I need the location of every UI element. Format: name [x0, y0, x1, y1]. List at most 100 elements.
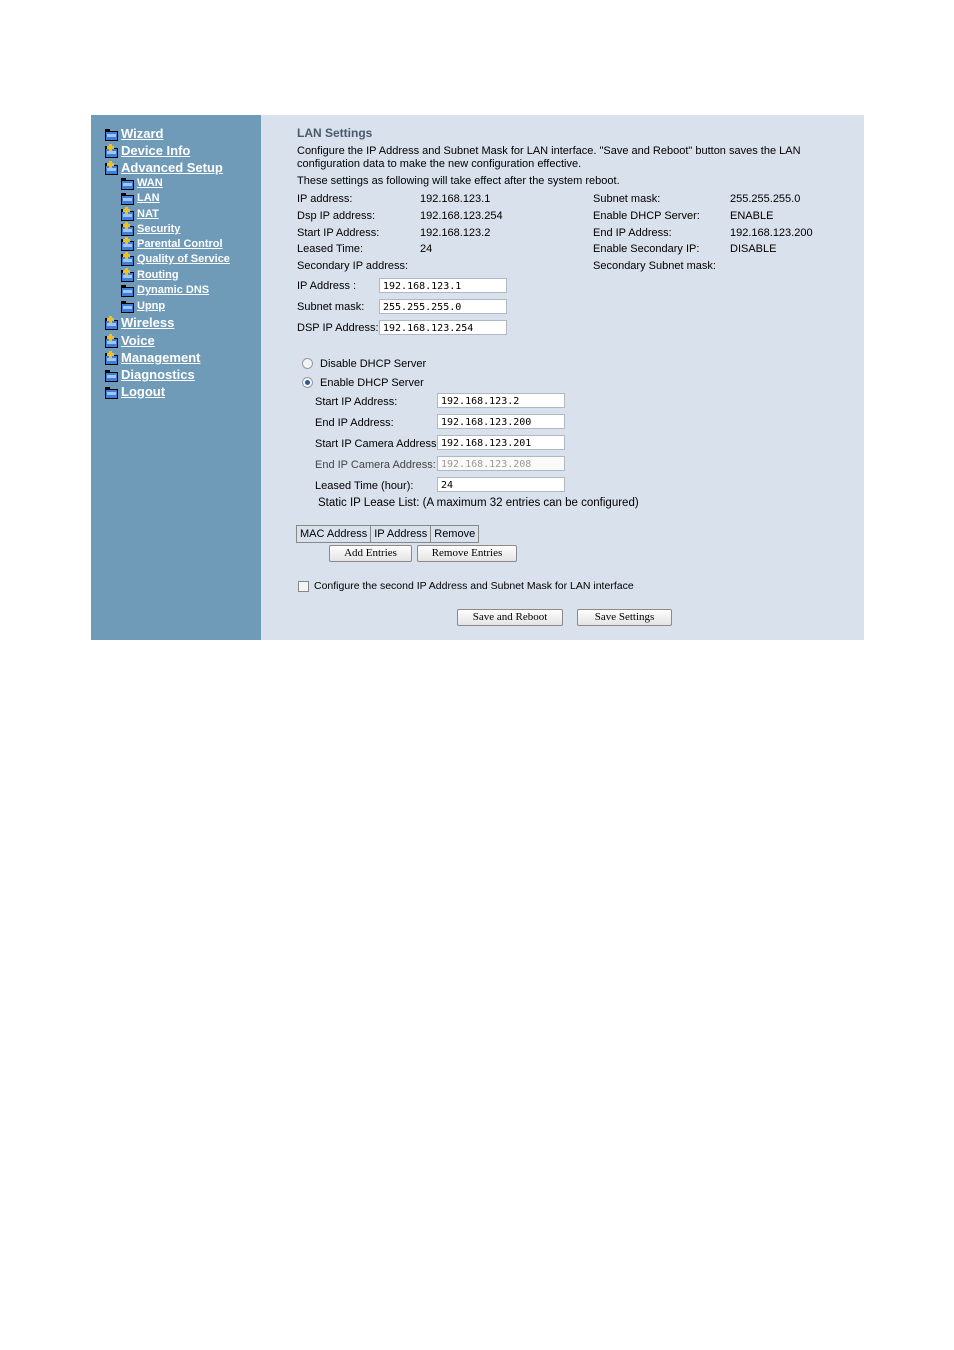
subnet-mask-input[interactable]: 255.255.255.0 — [379, 299, 507, 314]
end-ip-camera-input: 192.168.123.208 — [437, 456, 565, 471]
folder-plus-icon — [121, 252, 134, 266]
leased-time-input[interactable]: 24 — [437, 477, 565, 492]
second-ip-checkbox[interactable] — [298, 581, 309, 592]
column-remove: Remove — [430, 525, 480, 543]
lan-settings-panel: LAN Settings Configure the IP Address an… — [261, 115, 864, 640]
sidebar-item-security[interactable]: Security — [121, 222, 180, 236]
summary-value: ENABLE — [730, 210, 774, 222]
sidebar-link[interactable]: Wizard — [121, 126, 164, 141]
start-ip-camera-input[interactable]: 192.168.123.201 — [437, 435, 565, 450]
folder-icon — [105, 128, 118, 141]
sidebar-link[interactable]: Voice — [121, 333, 155, 348]
start-ip-label: Start IP Address: — [315, 396, 398, 408]
sidebar-item-nat[interactable]: NAT — [121, 207, 159, 221]
folder-icon — [121, 193, 134, 205]
sidebar-link[interactable]: LAN — [137, 192, 160, 204]
save-settings-button[interactable]: Save Settings — [577, 609, 672, 626]
disable-dhcp-radio[interactable] — [302, 358, 313, 369]
static-lease-note: Static IP Lease List: (A maximum 32 entr… — [318, 497, 639, 509]
description-line-1: Configure the IP Address and Subnet Mask… — [297, 145, 801, 157]
sidebar-link[interactable]: Wireless — [121, 315, 174, 330]
sidebar-item-wan[interactable]: WAN — [121, 177, 163, 190]
sidebar-item-logout[interactable]: Logout — [105, 384, 165, 399]
sidebar-link[interactable]: Routing — [137, 269, 179, 281]
summary-value: DISABLE — [730, 243, 777, 255]
disable-dhcp-label: Disable DHCP Server — [320, 358, 427, 370]
start-ip-camera-label: Start IP Camera Address: — [315, 438, 440, 450]
summary-label: Start IP Address: — [297, 227, 380, 239]
sidebar-item-wizard[interactable]: Wizard — [105, 126, 164, 141]
ip-address-input[interactable]: 192.168.123.1 — [379, 278, 507, 293]
sidebar-item-advanced-setup[interactable]: Advanced Setup — [105, 160, 223, 175]
save-and-reboot-button[interactable]: Save and Reboot — [457, 609, 563, 626]
reboot-note: These settings as following will take ef… — [297, 175, 620, 187]
second-ip-checkbox-label: Configure the second IP Address and Subn… — [314, 580, 634, 592]
add-entries-button[interactable]: Add Entries — [329, 545, 412, 562]
sidebar-item-voice[interactable]: Voice — [105, 333, 155, 348]
end-ip-input[interactable]: 192.168.123.200 — [437, 414, 565, 429]
ip-address-label: IP Address : — [297, 280, 357, 292]
folder-plus-icon — [121, 207, 134, 221]
end-ip-label: End IP Address: — [315, 417, 394, 429]
summary-label: Enable Secondary IP: — [593, 243, 700, 255]
sidebar-item-routing[interactable]: Routing — [121, 268, 179, 282]
sidebar-link[interactable]: Parental Control — [137, 238, 223, 250]
leased-time-label: Leased Time (hour): — [315, 480, 414, 492]
folder-plus-icon — [121, 222, 134, 236]
summary-label: End IP Address: — [593, 227, 672, 239]
sidebar-link[interactable]: Advanced Setup — [121, 160, 223, 175]
column-mac-address: MAC Address — [295, 525, 372, 543]
sidebar-link[interactable]: Quality of Service — [137, 253, 230, 265]
lease-table-header: MAC Address IP Address Remove — [295, 525, 480, 543]
sidebar-item-wireless[interactable]: Wireless — [105, 315, 174, 330]
end-ip-camera-label: End IP Camera Address: — [315, 459, 436, 471]
folder-icon — [121, 178, 134, 190]
sidebar-link[interactable]: Logout — [121, 384, 165, 399]
sidebar-link[interactable]: WAN — [137, 177, 163, 189]
sidebar-link[interactable]: Security — [137, 223, 180, 235]
router-admin-frame: Wizard Device Info Advanced Setup WAN LAN NAT… — [91, 115, 864, 640]
sidebar-item-quality-of-service[interactable]: Quality of Service — [121, 252, 230, 266]
sidebar-item-upnp[interactable]: Upnp — [121, 300, 165, 313]
sidebar-link[interactable]: Device Info — [121, 143, 190, 158]
folder-plus-icon — [121, 237, 134, 251]
dsp-ip-address-input[interactable]: 192.168.123.254 — [379, 320, 507, 335]
sidebar-link[interactable]: Dynamic DNS — [137, 284, 209, 296]
sidebar-link[interactable]: Diagnostics — [121, 367, 195, 382]
start-ip-input[interactable]: 192.168.123.2 — [437, 393, 565, 408]
folder-plus-icon — [105, 315, 118, 330]
sidebar-item-lan[interactable]: LAN — [121, 192, 160, 205]
summary-label: Dsp IP address: — [297, 210, 376, 222]
sidebar-item-device-info[interactable]: Device Info — [105, 143, 190, 158]
sidebar-link[interactable]: Upnp — [137, 300, 165, 312]
sidebar-link[interactable]: NAT — [137, 208, 159, 220]
summary-value: 24 — [420, 243, 433, 255]
enable-dhcp-radio[interactable] — [302, 377, 313, 388]
sidebar-nav: Wizard Device Info Advanced Setup WAN LAN NAT… — [91, 115, 261, 640]
summary-value: 192.168.123.200 — [730, 227, 813, 239]
sidebar-item-diagnostics[interactable]: Diagnostics — [105, 367, 195, 382]
folder-plus-icon — [105, 143, 118, 158]
column-ip-address: IP Address — [370, 525, 432, 543]
folder-icon — [105, 369, 118, 382]
folder-icon — [121, 285, 134, 297]
folder-icon — [105, 386, 118, 399]
sidebar-item-parental-control[interactable]: Parental Control — [121, 237, 223, 251]
sidebar-item-dynamic-dns[interactable]: Dynamic DNS — [121, 284, 209, 297]
sidebar-link[interactable]: Management — [121, 350, 200, 365]
summary-label: IP address: — [297, 193, 353, 205]
description-line-2: configuration data to make the new confi… — [297, 158, 582, 170]
summary-label: Secondary Subnet mask: — [593, 260, 716, 272]
sidebar-item-management[interactable]: Management — [105, 350, 200, 365]
static-lease-table: MAC Address IP Address Remove — [295, 525, 480, 543]
remove-entries-button[interactable]: Remove Entries — [417, 545, 517, 562]
dsp-ip-address-label: DSP IP Address: — [297, 322, 379, 334]
summary-label: Enable DHCP Server: — [593, 210, 700, 222]
folder-plus-icon — [121, 268, 134, 282]
summary-value: 255.255.255.0 — [730, 193, 801, 205]
summary-label: Leased Time: — [297, 243, 364, 255]
subnet-mask-label: Subnet mask: — [297, 301, 365, 313]
folder-icon — [121, 301, 134, 313]
summary-label: Subnet mask: — [593, 193, 661, 205]
summary-value: 192.168.123.254 — [420, 210, 503, 222]
